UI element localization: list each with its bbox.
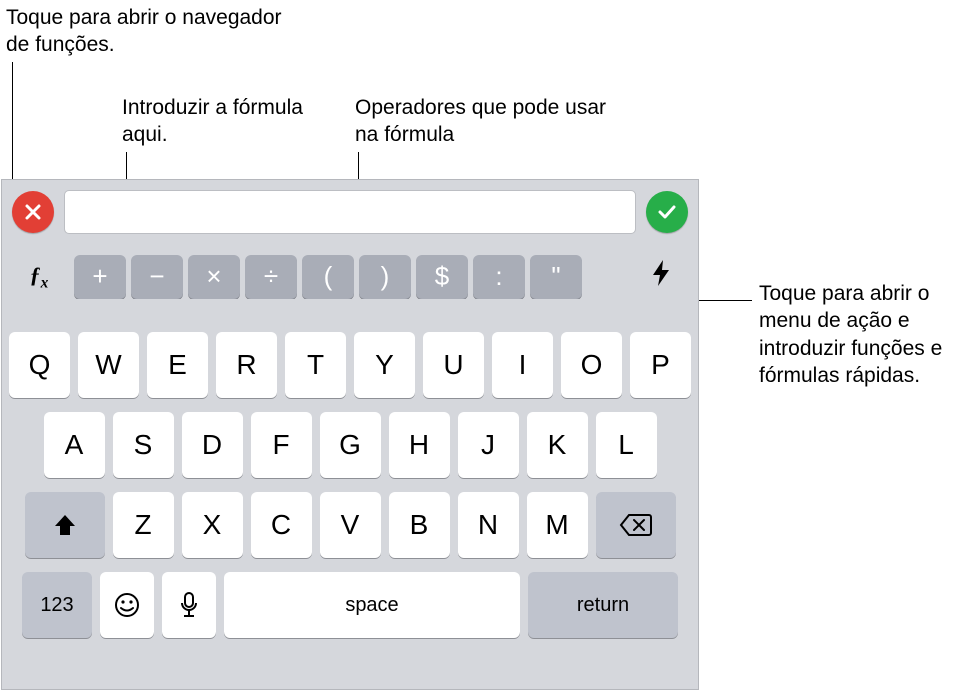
callout-operators: Operadores que pode usar na fórmula xyxy=(355,94,615,149)
operator-plus[interactable]: + xyxy=(74,255,126,299)
emoji-icon xyxy=(113,591,141,619)
operator-times[interactable]: × xyxy=(188,255,240,299)
operator-minus[interactable]: − xyxy=(131,255,183,299)
key-e[interactable]: E xyxy=(147,332,208,398)
check-icon xyxy=(656,201,678,223)
key-d[interactable]: D xyxy=(182,412,243,478)
operator-colon[interactable]: : xyxy=(473,255,525,299)
quick-action-button[interactable] xyxy=(634,258,688,295)
mic-icon xyxy=(178,591,200,619)
key-n[interactable]: N xyxy=(458,492,519,558)
shift-key[interactable] xyxy=(25,492,105,558)
qwerty-keyboard: Q W E R T Y U I O P A S D F G H J K L xyxy=(2,322,698,638)
key-y[interactable]: Y xyxy=(354,332,415,398)
x-icon xyxy=(23,202,43,222)
callout-fx: Toque para abrir o navegador de funções. xyxy=(6,4,296,59)
key-row-1: Q W E R T Y U I O P xyxy=(6,332,694,398)
operator-divide[interactable]: ÷ xyxy=(245,255,297,299)
key-s[interactable]: S xyxy=(113,412,174,478)
key-q[interactable]: Q xyxy=(9,332,70,398)
key-h[interactable]: H xyxy=(389,412,450,478)
lightning-icon xyxy=(648,258,674,288)
key-row-2: A S D F G H J K L xyxy=(6,412,694,478)
formula-bar xyxy=(2,180,698,244)
function-browser-button[interactable]: ƒx xyxy=(12,261,66,293)
key-k[interactable]: K xyxy=(527,412,588,478)
key-x[interactable]: X xyxy=(182,492,243,558)
cancel-button[interactable] xyxy=(12,191,54,233)
return-key[interactable]: return xyxy=(528,572,678,638)
key-123[interactable]: 123 xyxy=(22,572,92,638)
backspace-key[interactable] xyxy=(596,492,676,558)
key-b[interactable]: B xyxy=(389,492,450,558)
operator-strip: + − × ÷ ( ) $ : " xyxy=(74,255,626,299)
key-z[interactable]: Z xyxy=(113,492,174,558)
backspace-icon xyxy=(619,513,653,537)
space-key[interactable]: space xyxy=(224,572,520,638)
shift-icon xyxy=(51,511,79,539)
key-row-4: 123 space return xyxy=(6,572,694,638)
operator-lparen[interactable]: ( xyxy=(302,255,354,299)
emoji-key[interactable] xyxy=(100,572,154,638)
key-f[interactable]: F xyxy=(251,412,312,478)
key-t[interactable]: T xyxy=(285,332,346,398)
formula-input[interactable] xyxy=(64,190,636,234)
key-a[interactable]: A xyxy=(44,412,105,478)
confirm-button[interactable] xyxy=(646,191,688,233)
key-v[interactable]: V xyxy=(320,492,381,558)
key-u[interactable]: U xyxy=(423,332,484,398)
operator-row: ƒx + − × ÷ ( ) $ : " xyxy=(2,252,698,302)
key-w[interactable]: W xyxy=(78,332,139,398)
dictation-key[interactable] xyxy=(162,572,216,638)
callout-formula: Introduzir a fórmula aqui. xyxy=(122,94,332,149)
key-o[interactable]: O xyxy=(561,332,622,398)
operator-quote[interactable]: " xyxy=(530,255,582,299)
callout-actionmenu: Toque para abrir o menu de ação e introd… xyxy=(759,280,969,389)
key-c[interactable]: C xyxy=(251,492,312,558)
formula-keyboard-panel: ƒx + − × ÷ ( ) $ : " Q W E R T Y U xyxy=(1,179,699,690)
operator-dollar[interactable]: $ xyxy=(416,255,468,299)
key-row-3: Z X C V B N M xyxy=(6,492,694,558)
key-l[interactable]: L xyxy=(596,412,657,478)
key-j[interactable]: J xyxy=(458,412,519,478)
key-r[interactable]: R xyxy=(216,332,277,398)
key-i[interactable]: I xyxy=(492,332,553,398)
key-p[interactable]: P xyxy=(630,332,691,398)
key-m[interactable]: M xyxy=(527,492,588,558)
operator-rparen[interactable]: ) xyxy=(359,255,411,299)
key-g[interactable]: G xyxy=(320,412,381,478)
